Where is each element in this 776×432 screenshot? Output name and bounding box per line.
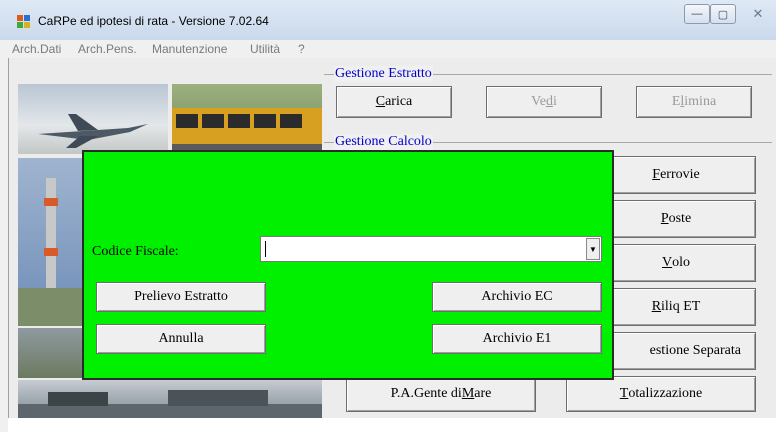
carica-button[interactable]: Carica	[336, 86, 452, 118]
app-window: CaRPe ed ipotesi di rata - Versione 7.02…	[0, 0, 776, 432]
menu-arch-dati[interactable]: Arch.Dati	[12, 42, 61, 56]
btn-text: Ve	[531, 94, 546, 109]
btn-text: olo	[672, 255, 690, 270]
menu-bar: Arch.Dati Arch.Pens. Manutenzione Utilit…	[12, 40, 776, 59]
annulla-button[interactable]: Annulla	[96, 324, 266, 354]
btn-hotkey: P	[660, 211, 669, 226]
tower-photo	[18, 158, 84, 326]
btn-hotkey: R	[651, 299, 662, 314]
btn-hotkey: F	[652, 167, 661, 182]
btn-text: imina	[684, 94, 717, 109]
gestione-separata-button[interactable]: estione Separata	[596, 332, 756, 370]
carpe-app-icon	[17, 15, 30, 28]
codice-fiscale-label: Codice Fiscale:	[92, 244, 179, 259]
riliq-et-button[interactable]: Riliq ET	[596, 288, 756, 326]
minimize-button[interactable]: —	[684, 4, 710, 24]
title-bar: CaRPe ed ipotesi di rata - Versione 7.02…	[0, 0, 776, 40]
close-button[interactable]: ✕	[740, 4, 776, 24]
gestione-estratto-label: Gestione Estratto	[334, 66, 433, 82]
btn-hotkey: V	[661, 255, 673, 270]
maximize-button[interactable]: ▢	[710, 4, 736, 24]
btn-text: errovie	[660, 167, 700, 182]
elimina-button[interactable]: El imina	[636, 86, 752, 118]
landscape-photo	[18, 328, 84, 378]
menu-utilita[interactable]: Utilità	[250, 42, 280, 56]
text-caret	[265, 241, 266, 257]
window-title: CaRPe ed ipotesi di rata - Versione 7.02…	[38, 14, 269, 28]
btn-text: are	[474, 386, 492, 401]
menu-help[interactable]: ?	[298, 42, 305, 56]
btn-hotkey: C	[375, 94, 386, 109]
archivio-ec-button[interactable]: Archivio EC	[432, 282, 602, 312]
btn-text: arica	[385, 94, 413, 109]
pa-gente-di-mare-button[interactable]: P.A.Gente di Mare	[346, 376, 536, 412]
codice-fiscale-dialog: Codice Fiscale: ▼ Prelievo Estratto Annu…	[82, 150, 614, 380]
gestione-calcolo-label: Gestione Calcolo	[334, 134, 433, 150]
btn-hotkey: d	[545, 94, 553, 109]
archivio-e1-button[interactable]: Archivio E1	[432, 324, 602, 354]
btn-text: i	[552, 94, 557, 109]
ship-photo	[18, 380, 322, 418]
vedi-button[interactable]: Ve d i	[486, 86, 602, 118]
btn-hotkey: M	[461, 386, 475, 401]
btn-text: iliq ET	[661, 299, 701, 314]
menu-arch-pens[interactable]: Arch.Pens.	[78, 42, 137, 56]
jet-photo	[18, 84, 168, 154]
btn-text: E	[671, 94, 681, 109]
bus-photo	[172, 84, 322, 154]
ferrovie-button[interactable]: Ferrovie	[596, 156, 756, 194]
btn-text: oste	[668, 211, 692, 226]
chevron-down-icon[interactable]: ▼	[586, 238, 600, 260]
btn-text: P.A.Gente di	[390, 386, 462, 401]
poste-button[interactable]: Poste	[596, 200, 756, 238]
menu-manutenzione[interactable]: Manutenzione	[152, 42, 227, 56]
volo-button[interactable]: Volo	[596, 244, 756, 282]
totalizzazione-button[interactable]: Totalizzazione	[566, 376, 756, 412]
codice-fiscale-combobox[interactable]: ▼	[260, 236, 602, 262]
btn-hotkey: T	[619, 386, 629, 401]
btn-text: estione Separata	[649, 343, 741, 358]
btn-text: otalizzazione	[628, 386, 703, 401]
status-strip	[8, 418, 776, 432]
prelievo-estratto-button[interactable]: Prelievo Estratto	[96, 282, 266, 312]
